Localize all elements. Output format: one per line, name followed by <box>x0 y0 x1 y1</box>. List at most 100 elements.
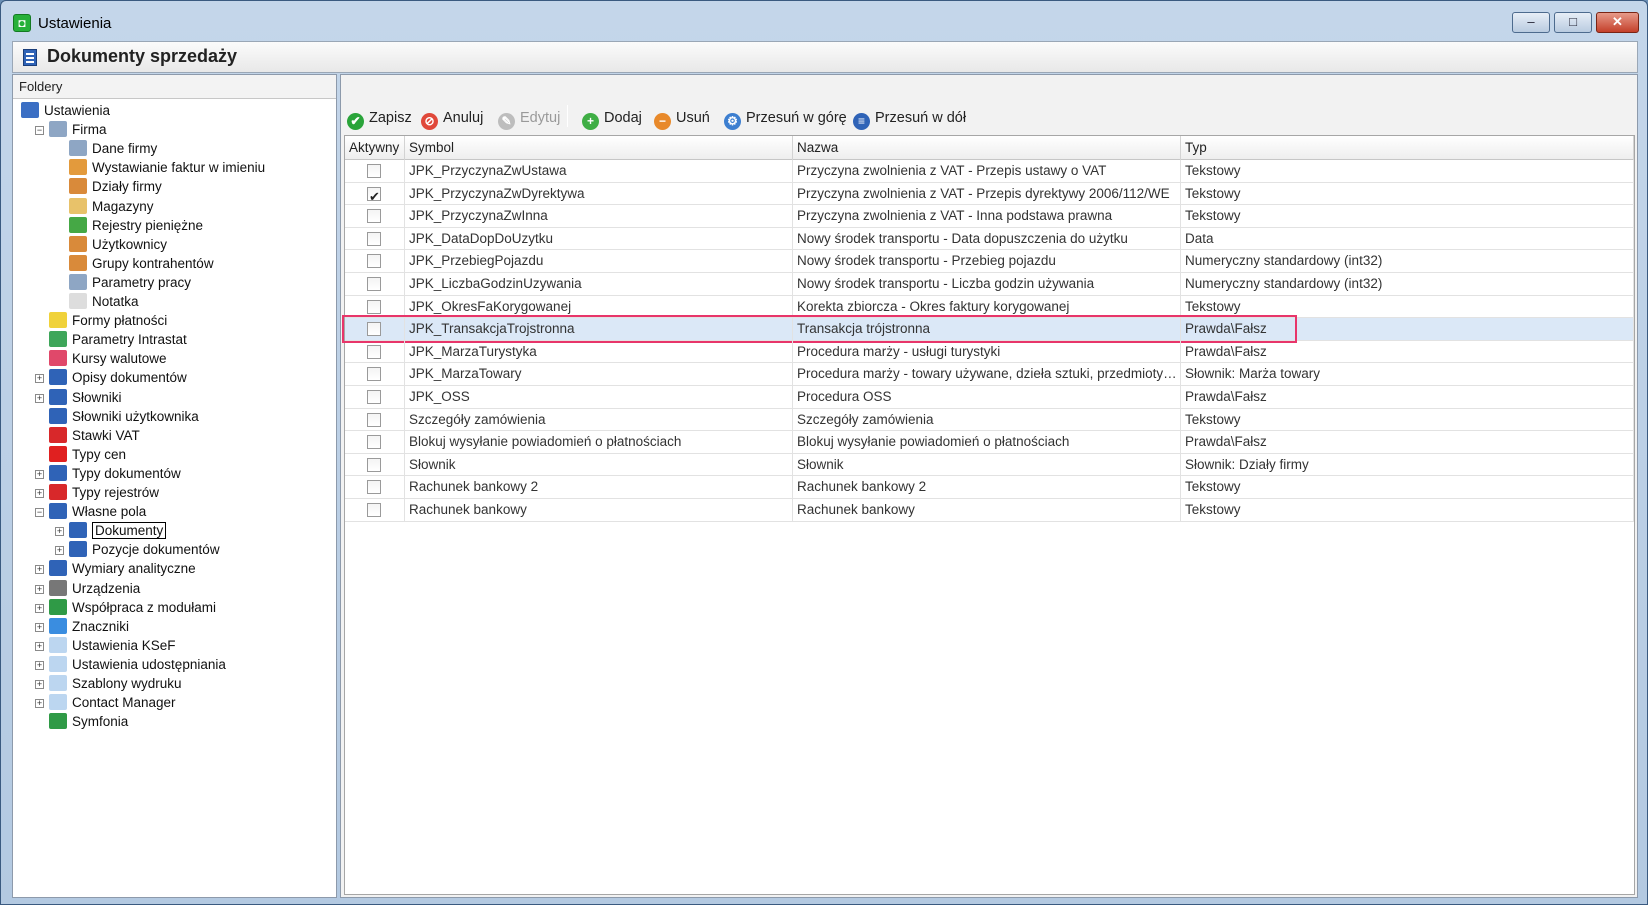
zapisz-button[interactable]: ✔ Zapisz <box>347 108 412 130</box>
usuń-button[interactable]: − Usuń <box>654 108 710 130</box>
table-row[interactable]: Blokuj wysyłanie powiadomień o płatności… <box>345 431 1634 454</box>
expand-toggle[interactable]: + <box>35 489 44 498</box>
expand-toggle[interactable]: + <box>35 565 44 575</box>
tree-item-typy-rejestrów[interactable]: + Typy rejestrów <box>35 483 159 503</box>
tree-item-kursy-walutowe[interactable]: Kursy walutowe <box>39 349 167 369</box>
tree-item-firma[interactable]: − Firma <box>35 120 107 140</box>
tree-item-pozycje-dokumentów[interactable]: + Pozycje dokumentów <box>55 540 220 560</box>
expand-toggle[interactable]: + <box>35 641 44 651</box>
active-checkbox[interactable] <box>367 209 381 224</box>
tree-item-urządzenia[interactable]: + Urządzenia <box>35 579 140 599</box>
expand-toggle[interactable]: + <box>35 469 44 479</box>
przesuń-w-dół-button[interactable]: ≡ Przesuń w dół <box>853 108 966 130</box>
table-row[interactable]: JPK_MarzaTurystyka Procedura marży - usłu… <box>345 340 1634 364</box>
tree-item-parametry-pracy[interactable]: Parametry pracy <box>59 273 191 293</box>
active-checkbox[interactable] <box>367 185 381 205</box>
tree-item-contact-manager[interactable]: + Contact Manager <box>35 693 176 713</box>
active-checkbox[interactable] <box>367 390 381 404</box>
tree-item-użytkownicy[interactable]: Użytkownicy <box>59 235 167 255</box>
name-cell: Nowy środek transportu - Liczba godzin u… <box>793 273 1181 296</box>
active-checkbox[interactable] <box>367 231 381 246</box>
active-checkbox[interactable] <box>367 435 381 450</box>
edytuj-button[interactable]: ✎ Edytuj <box>498 108 560 130</box>
przesuń-w-górę-button[interactable]: ⚙ Przesuń w górę <box>724 108 847 130</box>
column-header-nazwa[interactable]: Nazwa <box>793 136 1181 160</box>
column-header-typ[interactable]: Typ <box>1181 136 1634 160</box>
active-checkbox[interactable] <box>367 457 381 472</box>
dodaj-button[interactable]: + Dodaj <box>582 108 642 130</box>
expand-toggle[interactable]: − <box>35 126 44 136</box>
minimize-button[interactable]: – <box>1512 12 1550 33</box>
expand-toggle[interactable]: + <box>55 546 64 556</box>
type-cell: Prawda\Fałsz <box>1181 340 1634 364</box>
tree-item-słowniki-użytkownika[interactable]: Słowniki użytkownika <box>39 407 199 427</box>
tree-item-formy-płatności[interactable]: Formy płatności <box>39 311 167 331</box>
symbol-cell: Rachunek bankowy 2 <box>405 476 793 499</box>
tree-item-typy-cen[interactable]: Typy cen <box>39 445 126 465</box>
tree-item-opisy-dokumentów[interactable]: + Opisy dokumentów <box>35 368 187 388</box>
expand-toggle[interactable]: + <box>35 660 44 670</box>
expand-toggle[interactable]: + <box>35 699 44 709</box>
expand-toggle[interactable]: + <box>35 584 44 594</box>
column-header-aktywny[interactable]: Aktywny <box>345 136 405 160</box>
tree-item-ustawienia[interactable]: Ustawienia <box>21 101 110 121</box>
active-checkbox[interactable] <box>367 344 381 359</box>
expand-toggle[interactable]: + <box>35 622 44 632</box>
tree-item-rejestry-pieniężne[interactable]: Rejestry pieniężne <box>59 216 203 236</box>
tree-item-znaczniki[interactable]: + Znaczniki <box>35 617 129 637</box>
tree-item-własne-pola[interactable]: − Własne pola <box>35 502 146 522</box>
column-header-symbol[interactable]: Symbol <box>405 136 793 160</box>
tree-item-wymiary-analityczne[interactable]: + Wymiary analityczne <box>35 559 196 579</box>
table-row[interactable]: Rachunek bankowy 2 Rachunek bankowy 2 Teks… <box>345 476 1634 499</box>
tree-item-dokumenty[interactable]: + Dokumenty <box>55 521 167 541</box>
maximize-button[interactable]: □ <box>1554 12 1592 33</box>
tree-item-słowniki[interactable]: + Słowniki <box>35 388 122 408</box>
active-checkbox[interactable] <box>367 254 381 269</box>
tree-item-grupy-kontrahentów[interactable]: Grupy kontrahentów <box>59 254 214 274</box>
active-checkbox[interactable] <box>367 412 381 427</box>
tree-item-wystawianie-faktur-w-imieniu[interactable]: Wystawianie faktur w imieniu <box>59 158 265 178</box>
table-row[interactable]: JPK_OkresFaKorygowanej Korekta zbiorcza -… <box>345 295 1634 319</box>
tree-item-notatka[interactable]: Notatka <box>59 292 139 312</box>
expand-toggle[interactable]: − <box>35 508 44 518</box>
expand-toggle[interactable]: + <box>35 374 44 384</box>
table-row[interactable]: JPK_DataDopDoUzytku Nowy środek transport… <box>345 227 1634 251</box>
table-row[interactable]: JPK_PrzebiegPojazdu Nowy środek transport… <box>345 250 1634 273</box>
active-checkbox[interactable] <box>367 503 381 517</box>
table-row[interactable]: JPK_PrzyczynaZwInna Przyczyna zwolnienia … <box>345 205 1634 228</box>
expand-toggle[interactable]: + <box>35 393 44 403</box>
tree-item-typy-dokumentów[interactable]: + Typy dokumentów <box>35 464 181 484</box>
active-checkbox[interactable] <box>367 322 381 337</box>
title-bar[interactable]: ◘ Ustawienia – □ ✕ <box>1 1 1647 41</box>
active-checkbox[interactable] <box>367 164 381 178</box>
tree-item-ustawienia-udostępniania[interactable]: + Ustawienia udostępniania <box>35 655 226 675</box>
tree-item-ustawienia-ksef[interactable]: + Ustawienia KSeF <box>35 636 176 656</box>
anuluj-button[interactable]: ⊘ Anuluj <box>421 108 483 130</box>
active-checkbox[interactable] <box>367 299 381 314</box>
tree-item-szablony-wydruku[interactable]: + Szablony wydruku <box>35 674 182 694</box>
active-checkbox[interactable] <box>367 277 381 291</box>
table-row[interactable]: JPK_LiczbaGodzinUzywania Nowy środek tran… <box>345 273 1634 296</box>
tree-item-współpraca-z-modułami[interactable]: + Współpraca z modułami <box>35 598 216 618</box>
tree-item-działy-firmy[interactable]: Działy firmy <box>59 177 162 197</box>
table-row[interactable]: JPK_OSS Procedura OSS Prawda\Fałsz <box>345 386 1634 409</box>
active-checkbox[interactable] <box>367 367 381 382</box>
expand-toggle[interactable]: + <box>35 603 44 613</box>
tree-item-stawki-vat[interactable]: Stawki VAT <box>39 426 140 446</box>
table-row[interactable]: JPK_PrzyczynaZwUstawa Przyczyna zwolnieni… <box>345 160 1634 183</box>
table-row[interactable]: Słownik Słownik Słownik: Działy firmy <box>345 453 1634 477</box>
expand-toggle[interactable]: + <box>35 680 44 689</box>
close-button[interactable]: ✕ <box>1596 12 1639 33</box>
table-row[interactable]: Rachunek bankowy Rachunek bankowy Tekstowy <box>345 499 1634 522</box>
active-checkbox[interactable] <box>367 480 381 495</box>
tree-item-label: Ustawienia udostępniania <box>72 656 226 672</box>
tree-item-magazyny[interactable]: Magazyny <box>59 197 154 217</box>
table-row[interactable]: JPK_TransakcjaTrojstronna Transakcja trój… <box>342 315 1634 343</box>
tree-item-symfonia[interactable]: Symfonia <box>39 712 128 732</box>
tree-item-parametry-intrastat[interactable]: Parametry Intrastat <box>39 330 187 350</box>
expand-toggle[interactable]: + <box>55 527 64 537</box>
table-row[interactable]: JPK_PrzyczynaZwDyrektywaPrzyczyna zwolni… <box>345 182 1634 206</box>
table-row[interactable]: Szczegóły zamówienia Szczegóły zamówienia… <box>345 408 1634 432</box>
tree-item-dane-firmy[interactable]: Dane firmy <box>59 139 157 159</box>
table-row[interactable]: JPK_MarzaTowary Procedura marży - towary … <box>345 363 1634 386</box>
